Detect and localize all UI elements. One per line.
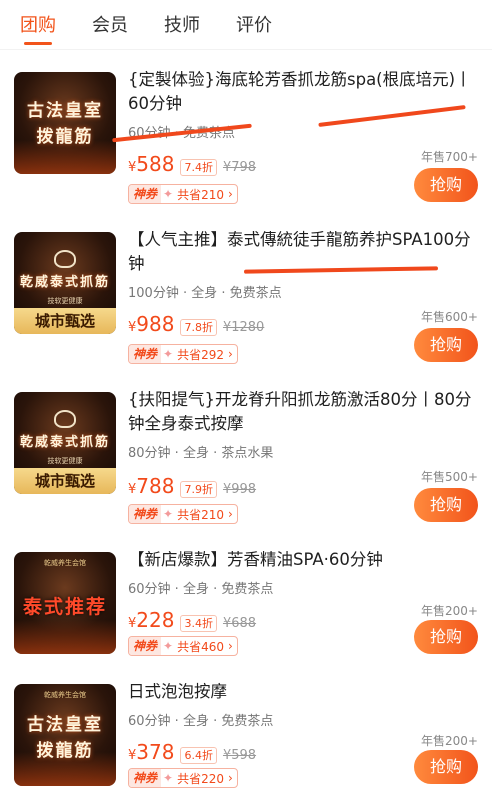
chevron-right-icon: ›: [227, 347, 233, 361]
discount-badge: 7.9折: [180, 481, 217, 498]
deal-price: ¥788: [128, 474, 175, 498]
deal-meta: 60分钟 · 全身 · 免费茶点: [128, 582, 274, 597]
coupon-chip[interactable]: 神券 ✦ 共省292 ›: [128, 344, 238, 364]
deal-thumbnail[interactable]: 乾威泰式抓筋 技软更健康 城市甄选: [14, 232, 116, 334]
city-select-banner: 城市甄选: [14, 308, 116, 334]
sparkle-icon: ✦: [163, 639, 174, 653]
coupon-chip[interactable]: 神券 ✦ 共省210 ›: [128, 184, 238, 204]
top-tab-bar: 团购 会员 技师 评价: [0, 0, 492, 50]
deal-item[interactable]: 乾威泰式抓筋 技软更健康 城市甄选 【人气主推】泰式傳統徒手龍筋养护SPA100…: [0, 222, 492, 372]
coupon-savings: 共省210: [177, 187, 224, 202]
original-price: ¥798: [222, 160, 257, 175]
deal-thumbnail[interactable]: 乾威养生会馆 泰式推荐: [14, 552, 116, 654]
sparkle-icon: ✦: [163, 771, 174, 785]
discount-badge: 6.4折: [180, 747, 217, 764]
thumbnail-caption-line: 拨龍筋: [36, 741, 94, 761]
deal-item[interactable]: 乾威养生会馆 古法皇室 拨龍筋 日式泡泡按摩 60分钟 · 全身 · 免费茶点 …: [0, 674, 492, 800]
annual-sales: 年售200+: [421, 604, 478, 618]
annual-sales: 年售200+: [421, 734, 478, 748]
coupon-tag: 神券: [129, 769, 162, 787]
tab-technicians[interactable]: 技师: [164, 11, 200, 49]
price-row: ¥988 7.8折 ¥1280: [128, 312, 264, 336]
chevron-right-icon: ›: [227, 771, 233, 785]
original-price: ¥688: [222, 616, 257, 631]
horse-logo-icon: [54, 250, 76, 268]
original-price: ¥1280: [222, 320, 265, 335]
deal-meta: 60分钟 · 全身 · 免费茶点: [128, 714, 274, 729]
price-row: ¥228 3.4折 ¥688: [128, 608, 256, 632]
coupon-savings: 共省220: [177, 771, 224, 786]
sparkle-icon: ✦: [163, 347, 174, 361]
deal-item[interactable]: 乾威泰式抓筋 技软更健康 城市甄选 {扶阳提气}开龙脊升阳抓龙筋激活80分丨80…: [0, 382, 492, 532]
sparkle-icon: ✦: [163, 507, 174, 521]
tab-membership[interactable]: 会员: [92, 11, 128, 49]
deal-title[interactable]: 日式泡泡按摩: [128, 680, 478, 704]
deal-title[interactable]: 【新店爆款】芳香精油SPA·60分钟: [128, 548, 478, 572]
deal-thumbnail[interactable]: 乾威养生会馆 古法皇室 拨龍筋: [14, 684, 116, 786]
tab-group-buy[interactable]: 团购: [20, 11, 56, 49]
thumbnail-caption-line: 泰式推荐: [22, 596, 107, 618]
thumbnail-subtitle: 技软更健康: [47, 297, 83, 305]
deal-price: ¥228: [128, 608, 175, 632]
coupon-savings: 共省292: [177, 347, 224, 362]
discount-badge: 7.8折: [180, 319, 217, 336]
sparkle-icon: ✦: [163, 187, 174, 201]
chevron-right-icon: ›: [227, 507, 233, 521]
deal-price: ¥588: [128, 152, 175, 176]
thumbnail-brand: 乾威养生会馆: [44, 559, 86, 567]
buy-button[interactable]: 抢购: [414, 620, 478, 654]
coupon-chip[interactable]: 神券 ✦ 共省460 ›: [128, 636, 238, 656]
price-row: ¥588 7.4折 ¥798: [128, 152, 256, 176]
thumbnail-caption-line: 古法皇室: [27, 101, 103, 121]
deal-item[interactable]: 古法皇室 拨龍筋 {定製体验}海底轮芳香抓龙筋spa(根底培元)丨60分钟 60…: [0, 62, 492, 212]
discount-badge: 7.4折: [180, 159, 217, 176]
thumbnail-subtitle: 技软更健康: [47, 457, 83, 465]
coupon-tag: 神券: [129, 185, 162, 203]
annual-sales: 年售700+: [421, 150, 478, 164]
coupon-chip[interactable]: 神券 ✦ 共省210 ›: [128, 504, 238, 524]
annual-sales: 年售500+: [421, 470, 478, 484]
city-select-banner: 城市甄选: [14, 468, 116, 494]
coupon-tag: 神券: [129, 345, 162, 363]
thumbnail-brand: 乾威养生会馆: [44, 691, 86, 699]
deal-price: ¥988: [128, 312, 175, 336]
coupon-chip[interactable]: 神券 ✦ 共省220 ›: [128, 768, 238, 788]
flame-decoration: [14, 620, 116, 654]
buy-button[interactable]: 抢购: [414, 488, 478, 522]
chevron-right-icon: ›: [227, 187, 233, 201]
chevron-right-icon: ›: [227, 639, 233, 653]
thumbnail-caption-line: 拨龍筋: [36, 127, 94, 147]
deal-price: ¥378: [128, 740, 175, 764]
original-price: ¥998: [222, 482, 257, 497]
horse-logo-icon: [54, 410, 76, 428]
original-price: ¥598: [222, 748, 257, 763]
annual-sales: 年售600+: [421, 310, 478, 324]
thumbnail-caption-line: 乾威泰式抓筋: [19, 275, 110, 290]
buy-button[interactable]: 抢购: [414, 168, 478, 202]
price-row: ¥788 7.9折 ¥998: [128, 474, 256, 498]
buy-button[interactable]: 抢购: [414, 750, 478, 784]
discount-badge: 3.4折: [180, 615, 217, 632]
deal-meta: 100分钟 · 全身 · 免费茶点: [128, 286, 282, 301]
thumbnail-caption-line: 古法皇室: [27, 715, 103, 735]
price-row: ¥378 6.4折 ¥598: [128, 740, 256, 764]
deal-title[interactable]: {扶阳提气}开龙脊升阳抓龙筋激活80分丨80分钟全身泰式按摩: [128, 388, 478, 436]
deal-thumbnail[interactable]: 古法皇室 拨龍筋: [14, 72, 116, 174]
deal-meta: 80分钟 · 全身 · 茶点水果: [128, 446, 274, 461]
buy-button[interactable]: 抢购: [414, 328, 478, 362]
coupon-tag: 神券: [129, 637, 162, 655]
thumbnail-caption-line: 乾威泰式抓筋: [19, 435, 110, 450]
coupon-savings: 共省460: [177, 639, 224, 654]
coupon-savings: 共省210: [177, 507, 224, 522]
coupon-tag: 神券: [129, 505, 162, 523]
deal-thumbnail[interactable]: 乾威泰式抓筋 技软更健康 城市甄选: [14, 392, 116, 494]
deal-item[interactable]: 乾威养生会馆 泰式推荐 【新店爆款】芳香精油SPA·60分钟 60分钟 · 全身…: [0, 542, 492, 692]
tab-reviews[interactable]: 评价: [236, 11, 272, 49]
